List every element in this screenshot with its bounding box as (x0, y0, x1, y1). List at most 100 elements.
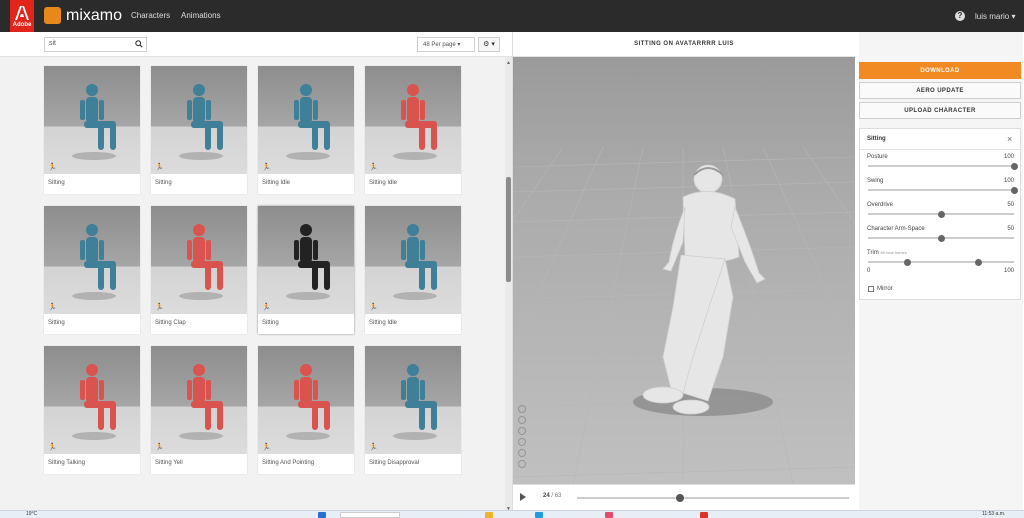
trim-slider[interactable] (868, 261, 1014, 263)
animation-type-icon: 🏃 (262, 164, 271, 171)
3d-viewport[interactable] (513, 57, 855, 509)
preview-area: SITTING ON AVATARRRR LUIS 24 / 63 DOWNLO… (512, 32, 1024, 518)
taskbar-search-box[interactable] (340, 512, 400, 518)
windows-icon[interactable] (318, 512, 326, 518)
app-icon[interactable] (605, 512, 613, 518)
swing-slider-knob[interactable] (1010, 186, 1018, 194)
character-figure (286, 364, 330, 440)
mixamo-logo-icon[interactable] (44, 7, 61, 24)
overdrive-value: 50 (1007, 202, 1014, 208)
character-figure (72, 364, 116, 440)
per-page-select[interactable]: 48 Per page ▾ (417, 37, 475, 52)
swing-label: Swing (867, 178, 884, 184)
animation-thumbnail: 🏃 (151, 346, 247, 454)
animation-card-label: Sitting (48, 180, 65, 186)
edge-icon[interactable] (535, 512, 543, 518)
animation-type-icon: 🏃 (155, 164, 164, 171)
face-icon[interactable] (518, 405, 526, 413)
arm-space-label: Character Arm-Space (867, 226, 925, 232)
user-menu[interactable]: luis mario ▾ (975, 12, 1015, 21)
animation-card-label: Sitting (48, 320, 65, 326)
move-icon[interactable] (518, 427, 526, 435)
search-icon[interactable] (135, 40, 143, 48)
animation-thumbnail: 🏃 (365, 346, 461, 454)
aero-update-button[interactable]: AERO UPDATE (859, 82, 1021, 99)
timeline-track[interactable] (577, 497, 849, 499)
animation-card[interactable]: 🏃 Sitting Idle (258, 66, 354, 194)
nav-animations[interactable]: Animations (181, 11, 221, 20)
zoom-icon[interactable] (518, 416, 526, 424)
animation-card[interactable]: 🏃 Sitting (44, 206, 140, 334)
gear-icon[interactable]: ⚙ ▾ (478, 37, 500, 52)
timeline-scrubber[interactable] (676, 494, 685, 502)
skeleton-icon[interactable] (518, 449, 526, 457)
os-taskbar: 19°C 11:53 a.m. (0, 510, 1024, 518)
animation-thumbnail: 🏃 (258, 206, 354, 314)
overdrive-slider-knob[interactable] (937, 210, 945, 218)
mirror-checkbox[interactable] (868, 286, 874, 292)
animation-card[interactable]: 🏃 Sitting (44, 66, 140, 194)
upload-character-button[interactable]: UPLOAD CHARACTER (859, 102, 1021, 119)
character-figure (393, 224, 437, 300)
posture-slider[interactable] (868, 165, 1014, 167)
swing-slider[interactable] (868, 189, 1014, 191)
animation-thumbnail: 🏃 (151, 206, 247, 314)
animation-thumbnail: 🏃 (44, 206, 140, 314)
scrollbar-track[interactable] (505, 57, 512, 518)
chrome-icon[interactable] (700, 512, 708, 518)
search-input[interactable]: sit (44, 37, 147, 52)
animation-thumbnail: 🏃 (365, 66, 461, 174)
download-button[interactable]: DOWNLOAD (859, 62, 1021, 79)
viewport-tools (518, 405, 528, 471)
animation-card-label: Sitting And Pointing (262, 460, 315, 466)
character-figure (179, 224, 223, 300)
animation-card[interactable]: 🏃 Sitting And Pointing (258, 346, 354, 474)
scrollbar-thumb[interactable] (506, 177, 511, 282)
animation-thumbnail: 🏃 (258, 346, 354, 454)
animation-card[interactable]: 🏃 Sitting Yell (151, 346, 247, 474)
animation-type-icon: 🏃 (155, 444, 164, 451)
divider (860, 149, 1022, 150)
posture-slider-knob[interactable] (1010, 162, 1018, 170)
animation-card-label: Sitting Idle (369, 180, 398, 186)
scroll-up-icon[interactable]: ▲ (506, 60, 511, 66)
adobe-label: Adobe (12, 22, 32, 28)
close-icon[interactable]: × (1007, 134, 1012, 144)
frame-counter: 24 / 63 (543, 493, 561, 499)
adobe-icon (15, 6, 29, 20)
animation-card[interactable]: 🏃 Sitting (258, 206, 354, 334)
animation-card-label: Sitting Talking (48, 460, 85, 466)
trim-end-knob[interactable] (975, 258, 983, 266)
weather-text[interactable]: 19°C (26, 511, 37, 517)
character-figure (179, 84, 223, 160)
animation-card-label: Sitting Idle (262, 180, 291, 186)
character-figure (179, 364, 223, 440)
play-icon[interactable] (520, 493, 526, 501)
arm-space-slider-knob[interactable] (937, 234, 945, 242)
animation-type-icon: 🏃 (48, 444, 57, 451)
animation-card[interactable]: 🏃 Sitting Clap (151, 206, 247, 334)
mirror-label: Mirror (877, 286, 893, 292)
animation-card[interactable]: 🏃 Sitting Idle (365, 206, 461, 334)
animation-card-label: Sitting Disapproval (369, 460, 420, 466)
animation-card[interactable]: 🏃 Sitting Talking (44, 346, 140, 474)
animation-card[interactable]: 🏃 Sitting Idle (365, 66, 461, 194)
animation-card[interactable]: 🏃 Sitting (151, 66, 247, 194)
nav-characters[interactable]: Characters (131, 11, 170, 20)
animation-thumbnail: 🏃 (44, 66, 140, 174)
zoom-out-icon[interactable] (518, 438, 526, 446)
trim-start-knob[interactable] (903, 258, 911, 266)
trim-subtitle: 69 total frames (880, 250, 907, 255)
file-explorer-icon[interactable] (485, 512, 493, 518)
brand-name[interactable]: mixamo (66, 7, 122, 25)
animation-thumbnail: 🏃 (44, 346, 140, 454)
animation-card-label: Sitting (262, 320, 279, 326)
character-figure (286, 224, 330, 300)
character-figure (72, 84, 116, 160)
camera-icon[interactable] (518, 460, 526, 468)
animation-card[interactable]: 🏃 Sitting Disapproval (365, 346, 461, 474)
animation-type-icon: 🏃 (369, 164, 378, 171)
viewer-title: SITTING ON AVATARRRR LUIS (513, 32, 855, 57)
help-icon[interactable]: ? (955, 11, 965, 21)
character-figure (286, 84, 330, 160)
